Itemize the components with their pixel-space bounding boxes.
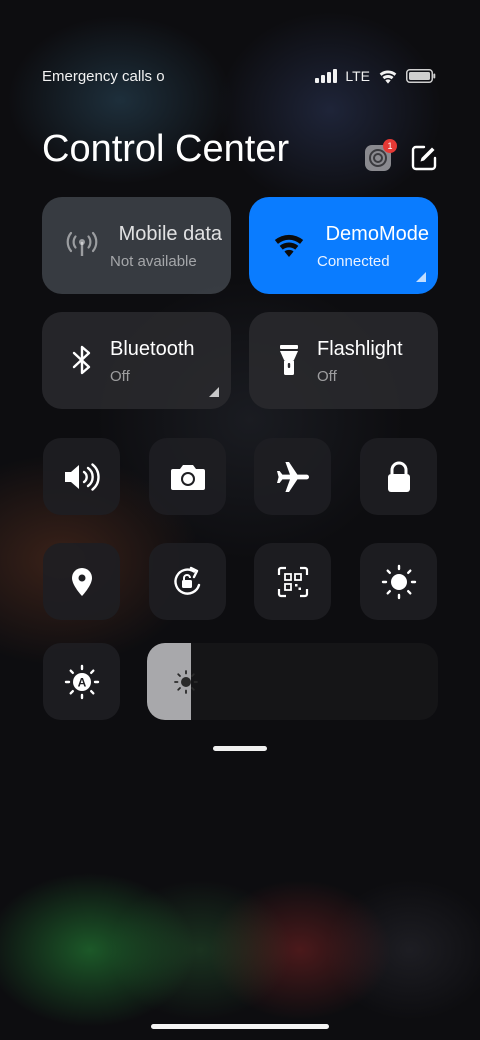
signal-bars-icon xyxy=(315,69,338,83)
camera-icon xyxy=(170,464,205,490)
location-toggle-button[interactable] xyxy=(43,543,120,620)
screenshot-button[interactable] xyxy=(149,438,226,515)
bluetooth-tile[interactable]: Bluetooth Off xyxy=(42,312,231,409)
lock-icon xyxy=(387,461,410,492)
settings-button[interactable]: 1 xyxy=(362,139,397,174)
auto-brightness-icon: A xyxy=(64,664,99,699)
status-indicators: LTE xyxy=(315,68,436,84)
wifi-status: Connected xyxy=(317,253,390,270)
mobile-data-status: Not available xyxy=(110,253,197,270)
lock-screen-button[interactable] xyxy=(360,438,437,515)
flashlight-tile[interactable]: Flashlight Off xyxy=(249,312,438,409)
bluetooth-expand-corner-icon[interactable] xyxy=(209,387,219,397)
rotation-lock-icon xyxy=(173,566,200,595)
speaker-icon xyxy=(64,462,100,491)
airplane-icon xyxy=(276,461,309,492)
scanner-button[interactable] xyxy=(254,543,331,620)
carrier-status-text: Emergency calls o xyxy=(42,67,165,85)
qr-scanner-icon xyxy=(277,566,308,597)
home-indicator[interactable] xyxy=(151,1024,329,1029)
brightness-slider[interactable] xyxy=(147,643,438,720)
edit-icon xyxy=(411,145,437,171)
flashlight-icon xyxy=(271,342,307,378)
airplane-mode-toggle-button[interactable] xyxy=(254,438,331,515)
edit-button[interactable] xyxy=(408,142,440,174)
page-title: Control Center xyxy=(42,128,290,170)
panel-drag-handle[interactable] xyxy=(213,746,267,751)
wifi-expand-corner-icon[interactable] xyxy=(416,272,426,282)
wifi-tile[interactable]: DemoMode Connected xyxy=(249,197,438,294)
flashlight-status: Off xyxy=(317,368,337,385)
flashlight-label: Flashlight xyxy=(317,338,403,360)
mobile-data-tile[interactable]: Mobile data Not available xyxy=(42,197,231,294)
auto-brightness-toggle-button[interactable]: A xyxy=(43,643,120,720)
dark-mode-toggle-button[interactable] xyxy=(360,543,437,620)
bluetooth-icon xyxy=(64,342,100,378)
status-bar: Emergency calls o LTE xyxy=(42,64,436,88)
svg-text:A: A xyxy=(77,675,86,689)
wifi-icon xyxy=(379,70,397,84)
antenna-icon xyxy=(64,227,100,263)
sound-toggle-button[interactable] xyxy=(43,438,120,515)
dark-mode-icon xyxy=(381,564,416,599)
bluetooth-label: Bluetooth xyxy=(110,338,195,360)
settings-notification-badge: 1 xyxy=(383,139,397,153)
bluetooth-status: Off xyxy=(110,368,130,385)
mobile-data-label: Mobile data xyxy=(118,223,222,245)
sun-icon xyxy=(174,670,198,694)
wifi-network-name: DemoMode xyxy=(325,223,429,245)
rotation-lock-toggle-button[interactable] xyxy=(149,543,226,620)
battery-icon xyxy=(406,69,436,83)
location-pin-icon xyxy=(71,567,92,596)
wifi-tile-icon xyxy=(271,227,307,263)
network-type-label: LTE xyxy=(345,68,370,84)
